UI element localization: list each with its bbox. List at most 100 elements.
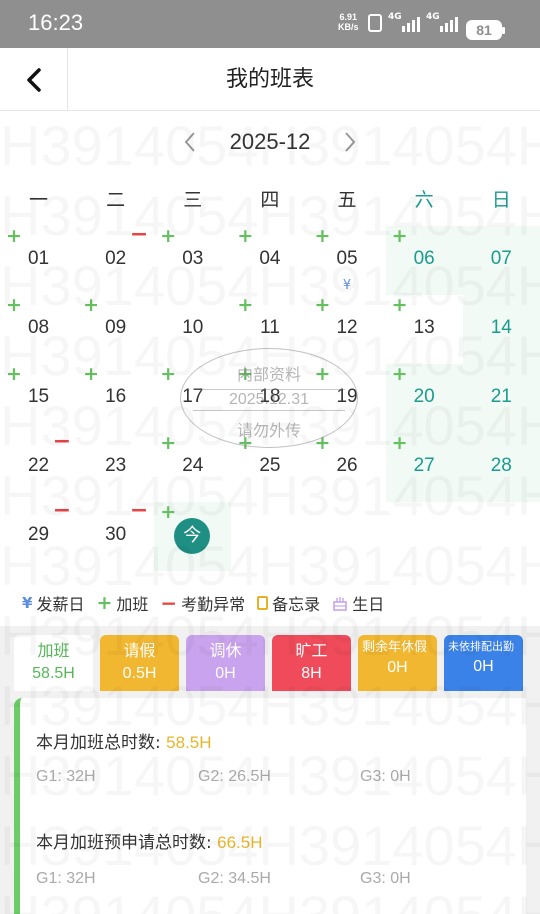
chevron-left-icon (184, 132, 195, 152)
tab-absent[interactable]: 旷工 8H (272, 635, 351, 691)
vibrate-icon (368, 14, 382, 32)
calendar-day-cell[interactable]: +04 (231, 226, 308, 295)
calendar-day-cell[interactable]: +25 (231, 433, 308, 502)
overtime-plus-icon: + (314, 432, 331, 454)
overtime-plus-icon: + (83, 363, 100, 385)
calendar-empty-cell (231, 502, 308, 571)
overtime-plus-icon: + (237, 363, 254, 385)
overtime-plus-icon: + (160, 225, 177, 247)
current-month: 2025-12 (229, 129, 311, 154)
attendance-minus-icon: − (129, 498, 149, 523)
calendar-day-cell[interactable]: +17 (154, 364, 231, 433)
calendar-legend: ¥ 发薪日 + 加班 − 考勤异常 备忘录 生日 (22, 590, 384, 616)
calendar-day-cell[interactable]: + 今 (154, 502, 232, 571)
status-time: 16:23 (28, 10, 84, 35)
tab-unscheduled-attendance[interactable]: 未依排配出勤 0H (444, 635, 523, 691)
weekday-mon: 一 (29, 189, 49, 211)
calendar-day-cell[interactable]: 07 (462, 226, 540, 295)
calendar-empty-cell (386, 502, 463, 571)
calendar-day-cell[interactable]: −02 (77, 222, 154, 295)
calendar-day-cell[interactable]: −30 (77, 498, 154, 571)
overtime-plus-icon: + (314, 294, 331, 316)
overtime-plus-icon: + (6, 294, 22, 316)
weekday-wed: 三 (183, 189, 203, 211)
calendar-week-row: +15 +16 +17 +18 +19 +20 21 (0, 364, 540, 433)
day-number: 09 (105, 317, 127, 338)
calendar-day-cell[interactable]: −22 (0, 431, 77, 502)
overtime-groups: G1: 32H G2: 26.5H G3: 0H (36, 768, 411, 785)
back-button[interactable] (0, 48, 68, 111)
next-month-button[interactable] (330, 122, 370, 162)
day-number: 01 (27, 248, 50, 269)
signal-icon: 4G (388, 12, 420, 32)
day-number: 22 (27, 455, 50, 476)
weekday-sun: 日 (491, 189, 511, 211)
calendar-day-cell[interactable]: 23 (77, 433, 154, 502)
tab-comp-off[interactable]: 调休 0H (186, 635, 265, 691)
status-icons: 4G 4G (368, 12, 458, 32)
calendar-day-cell[interactable]: 21 (462, 364, 540, 433)
tab-leave[interactable]: 请假 0.5H (100, 635, 179, 691)
calendar-day-cell[interactable]: +16 (77, 364, 154, 433)
weekday-fri: 五 (337, 189, 357, 211)
day-number: 07 (490, 248, 512, 269)
app-header: 我的班表 (0, 48, 540, 111)
day-number: 13 (413, 317, 435, 338)
calendar-day-cell[interactable]: +05 ¥ (309, 226, 386, 295)
day-number: 12 (336, 317, 358, 338)
calendar-day-cell[interactable]: +26 (309, 433, 386, 502)
day-number: 08 (27, 317, 50, 338)
overtime-plus-icon: + (391, 432, 408, 454)
day-number: 21 (490, 386, 512, 407)
legend-overtime: + 加班 (96, 592, 149, 614)
overtime-plus-icon: + (6, 363, 22, 385)
calendar-day-cell[interactable]: +09 (77, 295, 154, 364)
day-number: 29 (27, 524, 50, 545)
overtime-plus-icon: + (391, 225, 408, 247)
calendar-day-cell[interactable]: 10 (154, 295, 231, 364)
plus-icon: + (96, 592, 113, 614)
network-speed: 6.91 KB/s (338, 12, 359, 32)
calendar-day-cell[interactable]: −29 (0, 498, 77, 571)
calendar-day-cell[interactable]: +19 (309, 364, 386, 433)
day-number: 02 (105, 248, 127, 269)
day-number: 24 (182, 455, 204, 476)
weekday-header: 一 二 三 四 五 六 日 (0, 178, 540, 222)
attendance-minus-icon: − (129, 222, 149, 247)
weekday-tue: 二 (106, 189, 126, 211)
calendar-day-cell[interactable]: +13 (386, 295, 463, 364)
prev-month-button[interactable] (170, 122, 210, 162)
chevron-right-icon (345, 132, 356, 152)
calendar-day-cell[interactable]: +24 (154, 433, 231, 502)
calendar-grid: +01−02 +03 +04 +05 ¥ +06 07 +08 +09 10 +11 +12 +13 14… (0, 222, 540, 571)
day-number: 17 (182, 386, 204, 407)
preapply-groups: G1: 32H G2: 34.5H G3: 0H (36, 870, 411, 887)
tab-overtime[interactable]: 加班 58.5H (14, 635, 93, 691)
cake-icon (333, 597, 347, 611)
day-number: 27 (413, 455, 435, 476)
calendar-day-cell[interactable]: 28 (462, 433, 540, 502)
calendar-day-cell[interactable]: +18 (231, 364, 308, 433)
yen-icon: ¥ (22, 594, 33, 612)
day-number: 25 (259, 455, 281, 476)
overtime-plus-icon: + (314, 225, 331, 247)
day-number: 04 (259, 248, 281, 269)
calendar-day-cell[interactable]: +01 (0, 226, 77, 295)
calendar-day-cell[interactable]: +27 (385, 432, 463, 502)
calendar-day-cell[interactable]: 14 (462, 295, 540, 364)
calendar-day-cell[interactable]: +12 (309, 295, 386, 364)
calendar-day-cell[interactable]: +08 (0, 295, 77, 364)
attendance-minus-icon: − (52, 498, 72, 523)
overtime-total: 本月加班总时数: 58.5H (36, 733, 212, 753)
summary-section: 加班 58.5H 请假 0.5H 调休 0H 旷工 8H 剩余年休假 0H 未依… (0, 626, 540, 914)
overtime-plus-icon: + (314, 363, 331, 385)
calendar-day-cell[interactable]: +15 (0, 364, 77, 433)
tab-remaining-annual-leave[interactable]: 剩余年休假 0H (358, 635, 437, 691)
overtime-plus-icon: + (160, 363, 177, 385)
calendar-day-cell[interactable]: +06 (385, 225, 463, 295)
calendar-day-cell[interactable]: +20 (385, 364, 463, 433)
calendar-week-row: −22 23 +24 +25 +26 +27 28 (0, 431, 540, 502)
calendar-day-cell[interactable]: +11 (231, 295, 308, 364)
calendar-day-cell[interactable]: +03 (154, 226, 231, 295)
overtime-detail-panel: 本月加班总时数: 58.5H G1: 32H G2: 26.5H G3: 0H … (14, 698, 526, 914)
